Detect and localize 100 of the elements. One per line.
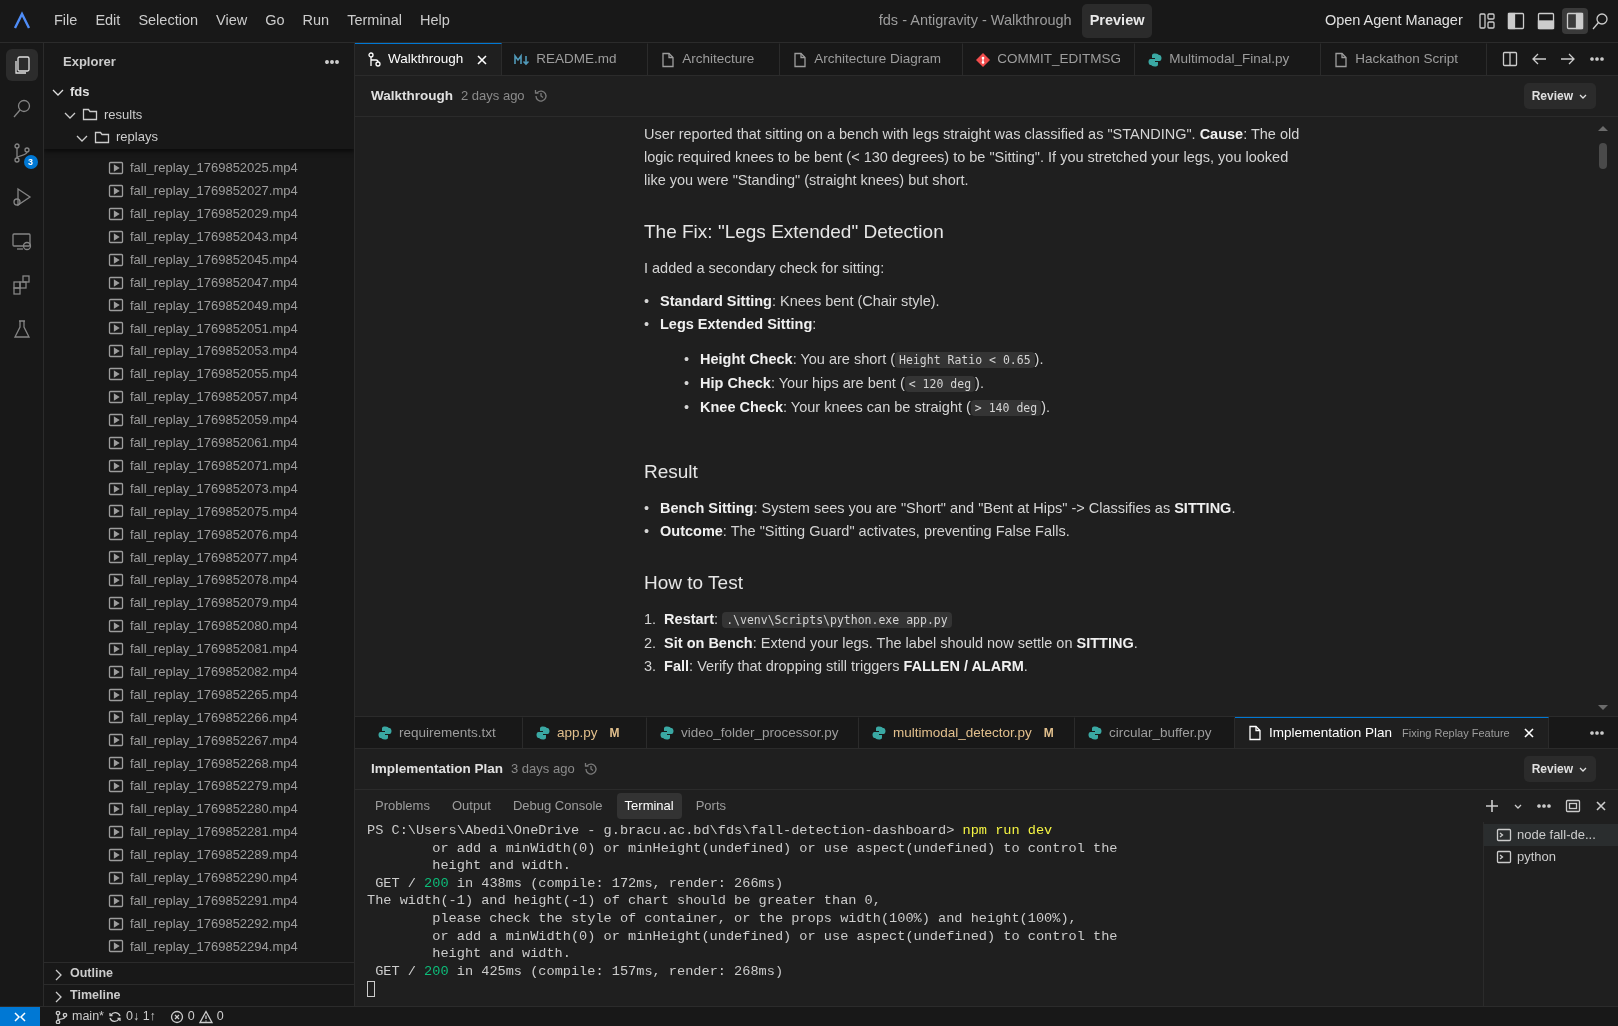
history-icon[interactable] bbox=[582, 761, 599, 777]
file-row[interactable]: fall_replay_1769852265.mp4 bbox=[44, 683, 354, 707]
menu-item[interactable]: Terminal bbox=[338, 6, 411, 36]
file-row[interactable]: fall_replay_1769852080.mp4 bbox=[44, 614, 354, 638]
terminal-line: height and width. bbox=[431, 857, 572, 875]
file-row[interactable]: fall_replay_1769852055.mp4 bbox=[44, 362, 354, 386]
warning-icon bbox=[198, 1009, 213, 1024]
menu-item[interactable]: File bbox=[45, 6, 87, 36]
bullet-mark: • bbox=[644, 315, 651, 334]
video-icon bbox=[108, 915, 124, 932]
terminal-icon bbox=[1496, 849, 1512, 865]
play-bug-icon bbox=[10, 186, 33, 208]
file-row[interactable]: fall_replay_1769852280.mp4 bbox=[44, 797, 354, 821]
file-row[interactable]: fall_replay_1769852289.mp4 bbox=[44, 843, 354, 867]
remote-icon bbox=[13, 1009, 27, 1024]
video-icon bbox=[108, 526, 124, 543]
menu-item[interactable]: Help bbox=[410, 6, 459, 36]
panel-tab[interactable]: Problems bbox=[367, 793, 438, 819]
file-row[interactable]: fall_replay_1769852292.mp4 bbox=[44, 912, 354, 935]
panel-tab[interactable]: Output bbox=[443, 793, 499, 819]
folder-row[interactable]: fds bbox=[44, 80, 354, 103]
scroll-thumb[interactable] bbox=[1599, 143, 1607, 169]
folder-row[interactable]: replays bbox=[44, 125, 354, 149]
file-row[interactable]: fall_replay_1769852079.mp4 bbox=[44, 591, 354, 615]
video-icon bbox=[108, 938, 124, 955]
file-row[interactable]: fall_replay_1769852290.mp4 bbox=[44, 866, 354, 890]
terminal-line: or add a minWidth(0) or minHeight(undefined) or use aspect(undefined) to control the bbox=[431, 927, 1119, 946]
search-icon[interactable] bbox=[1591, 11, 1610, 31]
file-row[interactable]: fall_replay_1769852078.mp4 bbox=[44, 568, 354, 592]
section-header[interactable]: Outline bbox=[44, 962, 354, 984]
menu-item[interactable]: View bbox=[207, 6, 257, 36]
history-icon[interactable] bbox=[532, 88, 549, 104]
video-icon bbox=[108, 709, 124, 726]
terminal-session[interactable]: node fall-de... bbox=[1484, 824, 1618, 846]
menu-item[interactable]: Edit bbox=[86, 6, 130, 36]
file-row[interactable]: fall_replay_1769852075.mp4 bbox=[44, 500, 354, 523]
file-row[interactable]: fall_replay_1769852045.mp4 bbox=[44, 248, 354, 272]
bullet-mark: • bbox=[644, 292, 651, 311]
editor-tab[interactable]: Walkthrough bbox=[355, 43, 503, 75]
panel-tab[interactable]: Ports bbox=[687, 793, 735, 819]
file-row[interactable]: fall_replay_1769852281.mp4 bbox=[44, 820, 354, 844]
video-icon bbox=[108, 595, 124, 612]
file-row[interactable]: fall_replay_1769852061.mp4 bbox=[44, 431, 354, 455]
review-button[interactable]: Review bbox=[1523, 83, 1596, 109]
split-editor-icon[interactable] bbox=[1502, 51, 1518, 67]
document-icon bbox=[1247, 725, 1263, 741]
file-row[interactable]: fall_replay_1769852267.mp4 bbox=[44, 728, 354, 752]
video-icon bbox=[108, 320, 124, 337]
problems-status[interactable]: 0 0 bbox=[169, 1007, 224, 1026]
close-icon[interactable] bbox=[1521, 726, 1536, 740]
terminal-line: The width(-1) and height(-1) of chart should be greater than 0, bbox=[367, 892, 882, 910]
folder-row[interactable]: results bbox=[44, 102, 354, 126]
review-button[interactable]: Review bbox=[1523, 756, 1596, 782]
file-row[interactable]: fall_replay_1769852077.mp4 bbox=[44, 545, 354, 569]
video-icon bbox=[108, 297, 124, 314]
bullet-mark: • bbox=[684, 398, 691, 417]
menu-item[interactable]: Go bbox=[256, 6, 294, 36]
maximize-icon[interactable] bbox=[1565, 798, 1581, 814]
activity-button[interactable] bbox=[5, 49, 38, 81]
panel-tab[interactable]: Terminal bbox=[616, 793, 682, 819]
menu-item[interactable]: Run bbox=[293, 6, 339, 36]
terminal-session[interactable]: python bbox=[1484, 846, 1618, 868]
list-number: 1. bbox=[644, 610, 657, 629]
file-row[interactable]: fall_replay_1769852291.mp4 bbox=[44, 889, 354, 913]
file-row[interactable]: fall_replay_1769852049.mp4 bbox=[44, 294, 354, 317]
close-icon[interactable] bbox=[475, 52, 490, 67]
file-row[interactable]: fall_replay_1769852268.mp4 bbox=[44, 751, 354, 775]
editor-tab[interactable]: Implementation Plan Fixing Replay Feature bbox=[1235, 717, 1549, 748]
file-row[interactable]: fall_replay_1769852025.mp4 bbox=[44, 156, 354, 180]
monitor-icon bbox=[10, 230, 33, 252]
panel-tab[interactable]: Debug Console bbox=[504, 793, 611, 819]
menu-item[interactable]: Selection bbox=[129, 6, 208, 36]
file-row[interactable]: fall_replay_1769852071.mp4 bbox=[44, 454, 354, 478]
markdown-icon bbox=[514, 51, 531, 68]
remote-button[interactable] bbox=[0, 1006, 40, 1026]
file-row[interactable]: fall_replay_1769852279.mp4 bbox=[44, 774, 354, 798]
file-row[interactable]: fall_replay_1769852057.mp4 bbox=[44, 385, 354, 409]
file-row[interactable]: fall_replay_1769852082.mp4 bbox=[44, 660, 354, 684]
file-row[interactable]: fall_replay_1769852059.mp4 bbox=[44, 408, 354, 432]
file-row[interactable]: fall_replay_1769852051.mp4 bbox=[44, 316, 354, 340]
file-row[interactable]: fall_replay_1769852053.mp4 bbox=[44, 339, 354, 363]
diamond-icon bbox=[975, 51, 992, 68]
layout-button[interactable] bbox=[1561, 8, 1588, 34]
file-row[interactable]: fall_replay_1769852294.mp4 bbox=[44, 934, 354, 958]
file-row[interactable]: fall_replay_1769852266.mp4 bbox=[44, 706, 354, 729]
file-row[interactable]: fall_replay_1769852081.mp4 bbox=[44, 637, 354, 661]
file-row[interactable]: fall_replay_1769852073.mp4 bbox=[44, 477, 354, 501]
arrow-right-icon[interactable] bbox=[1560, 51, 1576, 67]
close-icon[interactable] bbox=[1594, 799, 1608, 813]
list-item-text: Standard Sitting: Knees bent (Chair style). bbox=[660, 292, 940, 311]
plus-icon[interactable] bbox=[1484, 798, 1500, 814]
file-row[interactable]: fall_replay_1769852029.mp4 bbox=[44, 202, 354, 226]
activity-button[interactable]: 3 bbox=[5, 137, 38, 169]
file-row[interactable]: fall_replay_1769852043.mp4 bbox=[44, 225, 354, 249]
agent-manager-button[interactable]: Open Agent Manager bbox=[1316, 10, 1471, 32]
branch-status[interactable]: main* 0↓ 1↑ bbox=[54, 1007, 156, 1026]
file-row[interactable]: fall_replay_1769852047.mp4 bbox=[44, 271, 354, 294]
file-row[interactable]: fall_replay_1769852027.mp4 bbox=[44, 179, 354, 203]
file-row[interactable]: fall_replay_1769852076.mp4 bbox=[44, 522, 354, 546]
arrow-left-icon[interactable] bbox=[1531, 51, 1547, 67]
